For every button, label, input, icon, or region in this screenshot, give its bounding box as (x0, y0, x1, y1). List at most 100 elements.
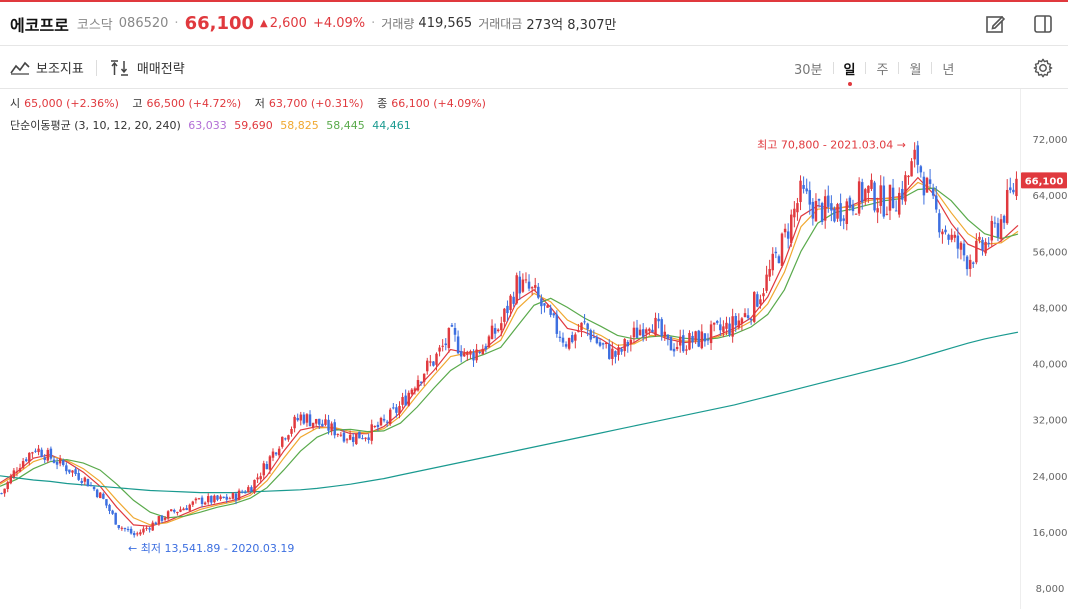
candle-body (351, 436, 355, 443)
candle-body (114, 512, 117, 525)
candle-body (92, 486, 96, 490)
candle-body (1002, 215, 1006, 223)
period-day[interactable]: 일 (834, 59, 866, 86)
candle-body (799, 180, 802, 203)
candle-body (40, 449, 43, 457)
candle-body (475, 349, 478, 361)
candle-body (262, 463, 265, 476)
candle-body (277, 448, 281, 456)
period-month[interactable]: 월 (899, 59, 931, 78)
price-chart[interactable]: 72,000 64,000 56,000 48,000 40,000 32,000 24,0… (0, 89, 1068, 609)
candle-body (459, 351, 463, 357)
strategy-label: 매매전략 (136, 62, 185, 77)
candle-body (358, 431, 361, 439)
candle-body (99, 492, 102, 499)
candle-body (614, 351, 617, 357)
candle-body (734, 315, 737, 326)
separator-dot: · (371, 16, 376, 31)
candle-body (166, 511, 170, 519)
candle-body (429, 361, 432, 363)
period-year[interactable]: 년 (932, 59, 964, 78)
candle-body (336, 433, 340, 435)
candle-body (555, 314, 559, 334)
candle-body (237, 490, 241, 501)
candle-body (139, 532, 142, 535)
y-tick-label: 72,000 (1033, 135, 1068, 146)
candle-body (392, 407, 395, 409)
candle-body (463, 353, 466, 357)
candle-body (688, 332, 691, 350)
panel-icon[interactable] (1033, 14, 1053, 34)
candle-body (419, 381, 423, 383)
candle-body (37, 448, 40, 453)
candle-body (62, 460, 65, 465)
candle-body (768, 268, 771, 277)
candle-body (1005, 189, 1009, 224)
candle-body (231, 493, 235, 499)
candle-body (617, 347, 620, 355)
candle-body (197, 498, 201, 500)
candle-body (327, 419, 330, 431)
candle-body (31, 452, 34, 454)
chart-toolbar: 보조지표 매매전략 30분 일 주 월 년 (0, 47, 1068, 89)
candle-body (830, 203, 833, 211)
candle-body (913, 149, 916, 160)
candle-body (968, 259, 972, 269)
candle-body (527, 281, 531, 289)
candle-body (743, 313, 747, 317)
candle-body (598, 342, 602, 346)
period-selector: 30분 일 주 월 년 (784, 47, 964, 89)
gear-icon[interactable] (1032, 57, 1054, 79)
candle-body (321, 423, 324, 427)
candle-body (410, 389, 414, 395)
candle-body (857, 181, 861, 214)
candle-body (749, 319, 753, 321)
candle-body (712, 322, 716, 325)
edit-icon[interactable] (985, 14, 1005, 34)
candle-body (1012, 189, 1015, 193)
candle-body (305, 414, 309, 423)
candle-body (274, 452, 278, 455)
candle-body (74, 469, 77, 474)
strategy-button[interactable]: 매매전략 (109, 58, 185, 77)
candle-body (95, 489, 99, 498)
candle-body (546, 305, 549, 308)
y-tick-label: 48,000 (1033, 303, 1068, 314)
candle-body (694, 331, 697, 341)
candle-body (330, 423, 333, 432)
candle-body (873, 182, 876, 211)
candle-body (404, 395, 407, 406)
candle-body (71, 470, 74, 473)
candle-body (361, 438, 364, 440)
candle-body (894, 210, 898, 212)
candle-body (388, 409, 392, 425)
candle-body (108, 504, 111, 511)
candle-body (543, 303, 546, 306)
candle-body (367, 437, 370, 440)
candle-body (990, 220, 994, 241)
candle-body (296, 417, 299, 421)
candle-body (466, 351, 469, 356)
amount-label: 거래대금 (478, 17, 523, 31)
amount-value: 273억 8,307만 (526, 18, 617, 33)
candle-body (978, 236, 981, 240)
candle-body (796, 203, 799, 213)
candle-body (438, 347, 441, 352)
stock-header: 에코프로 코스닥 086520 · 66,100 ▲ 2,600 +4.09% … (0, 2, 1068, 46)
candle-body (845, 201, 849, 225)
candle-body (247, 487, 250, 493)
period-30min[interactable]: 30분 (784, 59, 833, 78)
indicator-button[interactable]: 보조지표 (10, 58, 84, 77)
candle-body (176, 511, 179, 514)
candle-body (567, 337, 571, 349)
candle-body (398, 406, 401, 414)
candle-body (3, 488, 6, 494)
candle-body (731, 316, 734, 337)
candle-body (663, 331, 667, 337)
candle-body (700, 331, 704, 349)
period-week[interactable]: 주 (866, 59, 898, 78)
candle-body (715, 321, 719, 323)
candle-body (746, 315, 750, 318)
price-change-pct: +4.09% (312, 16, 366, 31)
candle-body (271, 451, 275, 458)
